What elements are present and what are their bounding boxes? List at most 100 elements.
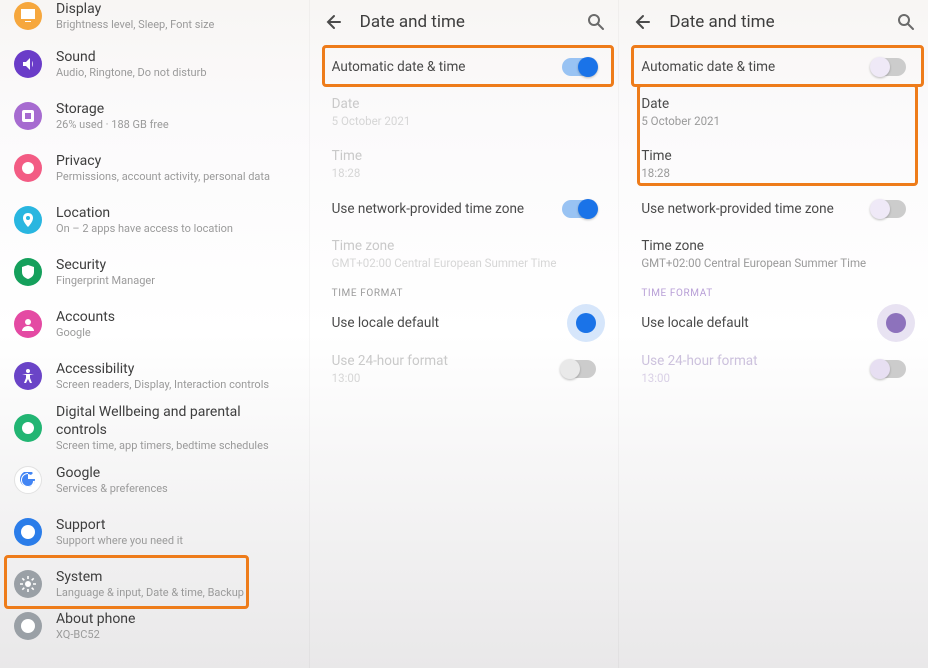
value-time: 18:28 xyxy=(332,166,597,180)
settings-title: Google xyxy=(56,464,168,482)
row-date[interactable]: Date 5 October 2021 xyxy=(619,86,928,138)
value-timezone: GMT+02:00 Central European Summer Time xyxy=(641,256,906,270)
settings-row-wellbeing[interactable]: Digital Wellbeing and parental controlsS… xyxy=(0,402,309,454)
toggle-24h-off xyxy=(562,360,596,378)
settings-row-privacy[interactable]: PrivacyPermissions, account activity, pe… xyxy=(0,142,309,194)
settings-sub: On – 2 apps have access to location xyxy=(56,222,233,236)
settings-row-security[interactable]: SecurityFingerprint Manager xyxy=(0,246,309,298)
dt-title: Date and time xyxy=(669,12,896,32)
about-icon xyxy=(14,612,42,640)
row-time[interactable]: Time 18:28 xyxy=(619,138,928,190)
sound-icon xyxy=(14,50,42,78)
settings-sub: Audio, Ringtone, Do not disturb xyxy=(56,66,207,80)
location-icon xyxy=(14,206,42,234)
settings-title: Security xyxy=(56,256,155,274)
label-time: Time xyxy=(332,148,597,164)
settings-row-accessibility[interactable]: AccessibilityScreen readers, Display, In… xyxy=(0,350,309,402)
settings-title: System xyxy=(56,568,244,586)
settings-row-storage[interactable]: Storage26% used · 188 GB free xyxy=(0,90,309,142)
row-timezone[interactable]: Time zone GMT+02:00 Central European Sum… xyxy=(619,228,928,280)
privacy-icon xyxy=(14,154,42,182)
settings-text: SoundAudio, Ringtone, Do not disturb xyxy=(56,48,207,80)
settings-row-accounts[interactable]: AccountsGoogle xyxy=(0,298,309,350)
label-timezone: Time zone xyxy=(641,238,906,254)
settings-text: AccountsGoogle xyxy=(56,308,115,340)
row-24h: Use 24-hour format 13:00 xyxy=(310,343,619,395)
settings-text: Storage26% used · 188 GB free xyxy=(56,100,169,132)
toggle-locale-on[interactable] xyxy=(886,313,906,333)
settings-row-support[interactable]: SupportSupport where you need it xyxy=(0,506,309,558)
back-icon[interactable] xyxy=(322,12,342,32)
label-network-tz: Use network-provided time zone xyxy=(641,201,872,217)
settings-text: About phoneXQ-BC52 xyxy=(56,610,135,642)
google-icon xyxy=(14,466,42,494)
settings-sub: Services & preferences xyxy=(56,482,168,496)
section-time-format: TIME FORMAT xyxy=(619,280,928,303)
label-timezone: Time zone xyxy=(332,238,597,254)
row-network-tz[interactable]: Use network-provided time zone xyxy=(310,190,619,228)
settings-row-sound[interactable]: SoundAudio, Ringtone, Do not disturb xyxy=(0,38,309,90)
toggle-network-tz-on[interactable] xyxy=(562,200,596,218)
settings-row-system[interactable]: SystemLanguage & input, Date & time, Bac… xyxy=(0,558,309,610)
label-date: Date xyxy=(332,96,597,112)
date-time-pane-auto-off: Date and time Automatic date & time Date… xyxy=(618,0,928,668)
toggle-locale-on[interactable] xyxy=(576,313,596,333)
row-24h: Use 24-hour format 13:00 xyxy=(619,343,928,395)
row-locale-default[interactable]: Use locale default xyxy=(310,303,619,343)
row-date: Date 5 October 2021 xyxy=(310,86,619,138)
toggle-auto-off[interactable] xyxy=(872,58,906,76)
settings-sub: Brightness level, Sleep, Font size xyxy=(56,18,214,32)
dt-header: Date and time xyxy=(619,0,928,44)
storage-icon xyxy=(14,102,42,130)
settings-title: Sound xyxy=(56,48,207,66)
row-locale-default[interactable]: Use locale default xyxy=(619,303,928,343)
settings-title: About phone xyxy=(56,610,135,628)
settings-row-about[interactable]: About phoneXQ-BC52 xyxy=(0,610,309,642)
settings-sub: Fingerprint Manager xyxy=(56,274,155,288)
settings-sub: Support where you need it xyxy=(56,534,183,548)
settings-list-pane: DisplayBrightness level, Sleep, Font siz… xyxy=(0,0,309,668)
search-icon[interactable] xyxy=(896,12,916,32)
accessibility-icon xyxy=(14,362,42,390)
search-icon[interactable] xyxy=(586,12,606,32)
value-24h: 13:00 xyxy=(332,371,563,385)
back-icon[interactable] xyxy=(631,12,651,32)
settings-row-location[interactable]: LocationOn – 2 apps have access to locat… xyxy=(0,194,309,246)
settings-sub: Google xyxy=(56,326,115,340)
settings-title: Privacy xyxy=(56,152,270,170)
label-time: Time xyxy=(641,148,906,164)
row-network-tz[interactable]: Use network-provided time zone xyxy=(619,190,928,228)
toggle-network-tz-off[interactable] xyxy=(872,200,906,218)
label-network-tz: Use network-provided time zone xyxy=(332,201,563,217)
settings-title: Accessibility xyxy=(56,360,269,378)
settings-title: Storage xyxy=(56,100,169,118)
row-auto-datetime[interactable]: Automatic date & time xyxy=(619,48,928,86)
row-timezone: Time zone GMT+02:00 Central European Sum… xyxy=(310,228,619,280)
row-auto-datetime[interactable]: Automatic date & time xyxy=(310,48,619,86)
label-auto: Automatic date & time xyxy=(332,59,563,75)
security-icon xyxy=(14,258,42,286)
settings-text: Digital Wellbeing and parental controlsS… xyxy=(56,403,295,453)
row-time: Time 18:28 xyxy=(310,138,619,190)
settings-row-display[interactable]: DisplayBrightness level, Sleep, Font siz… xyxy=(0,0,309,38)
value-time: 18:28 xyxy=(641,166,906,180)
label-locale-default: Use locale default xyxy=(641,315,886,331)
display-icon xyxy=(14,2,42,30)
settings-row-google[interactable]: GoogleServices & preferences xyxy=(0,454,309,506)
settings-title: Support xyxy=(56,516,183,534)
settings-text: SystemLanguage & input, Date & time, Bac… xyxy=(56,568,244,600)
settings-text: PrivacyPermissions, account activity, pe… xyxy=(56,152,270,184)
dt-header: Date and time xyxy=(310,0,619,44)
settings-sub: Screen readers, Display, Interaction con… xyxy=(56,378,269,392)
settings-sub: XQ-BC52 xyxy=(56,628,135,642)
label-date: Date xyxy=(641,96,906,112)
system-icon xyxy=(14,570,42,598)
toggle-auto-on[interactable] xyxy=(562,58,596,76)
settings-sub: Permissions, account activity, personal … xyxy=(56,170,270,184)
settings-text: AccessibilityScreen readers, Display, In… xyxy=(56,360,269,392)
settings-title: Location xyxy=(56,204,233,222)
settings-text: GoogleServices & preferences xyxy=(56,464,168,496)
value-date: 5 October 2021 xyxy=(332,114,597,128)
settings-title: Accounts xyxy=(56,308,115,326)
section-time-format: TIME FORMAT xyxy=(310,280,619,303)
